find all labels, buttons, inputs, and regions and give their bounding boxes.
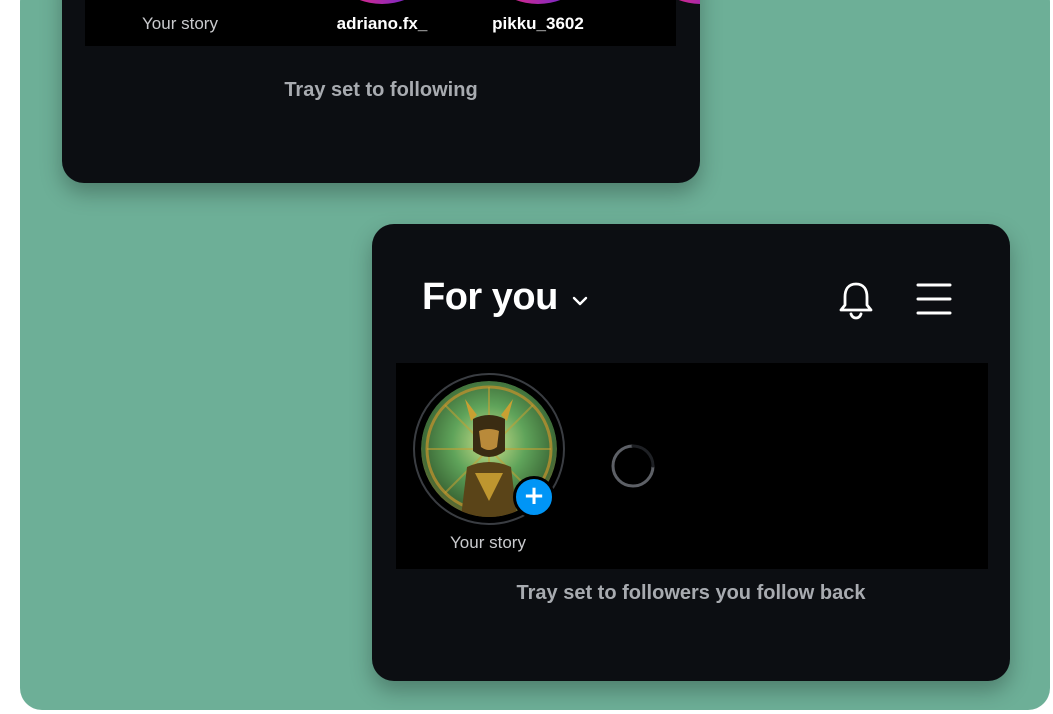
story-username: adriano.fx_: [336, 14, 428, 33]
story-ring-unseen: [474, 0, 602, 4]
bell-icon[interactable]: [838, 280, 874, 320]
add-story-plus-icon[interactable]: +: [513, 476, 555, 518]
story-tray: + Your story: [396, 363, 988, 569]
story-ring-unseen: [318, 0, 446, 4]
story-username: Your story: [142, 14, 218, 33]
loading-spinner-icon: [611, 444, 655, 488]
story-username: Your story: [450, 533, 526, 552]
tray-followers-card: For you + Your story Tray set to followe…: [372, 224, 1010, 681]
feed-selector-title[interactable]: For you: [422, 276, 558, 319]
story-ring-partial[interactable]: [637, 0, 700, 4]
tray-caption: Tray set to following: [284, 79, 478, 101]
screenshot-background: + Your story adriano.fx_ pikku_3602: [20, 0, 1050, 710]
hamburger-menu-icon[interactable]: [916, 282, 952, 316]
tray-following-card: + Your story adriano.fx_ pikku_3602: [62, 0, 700, 183]
story-username: pikku_3602: [492, 14, 584, 33]
chevron-down-icon[interactable]: [572, 296, 588, 306]
story-tray: + Your story adriano.fx_ pikku_3602: [85, 0, 700, 46]
tray-caption: Tray set to followers you follow back: [516, 582, 866, 604]
